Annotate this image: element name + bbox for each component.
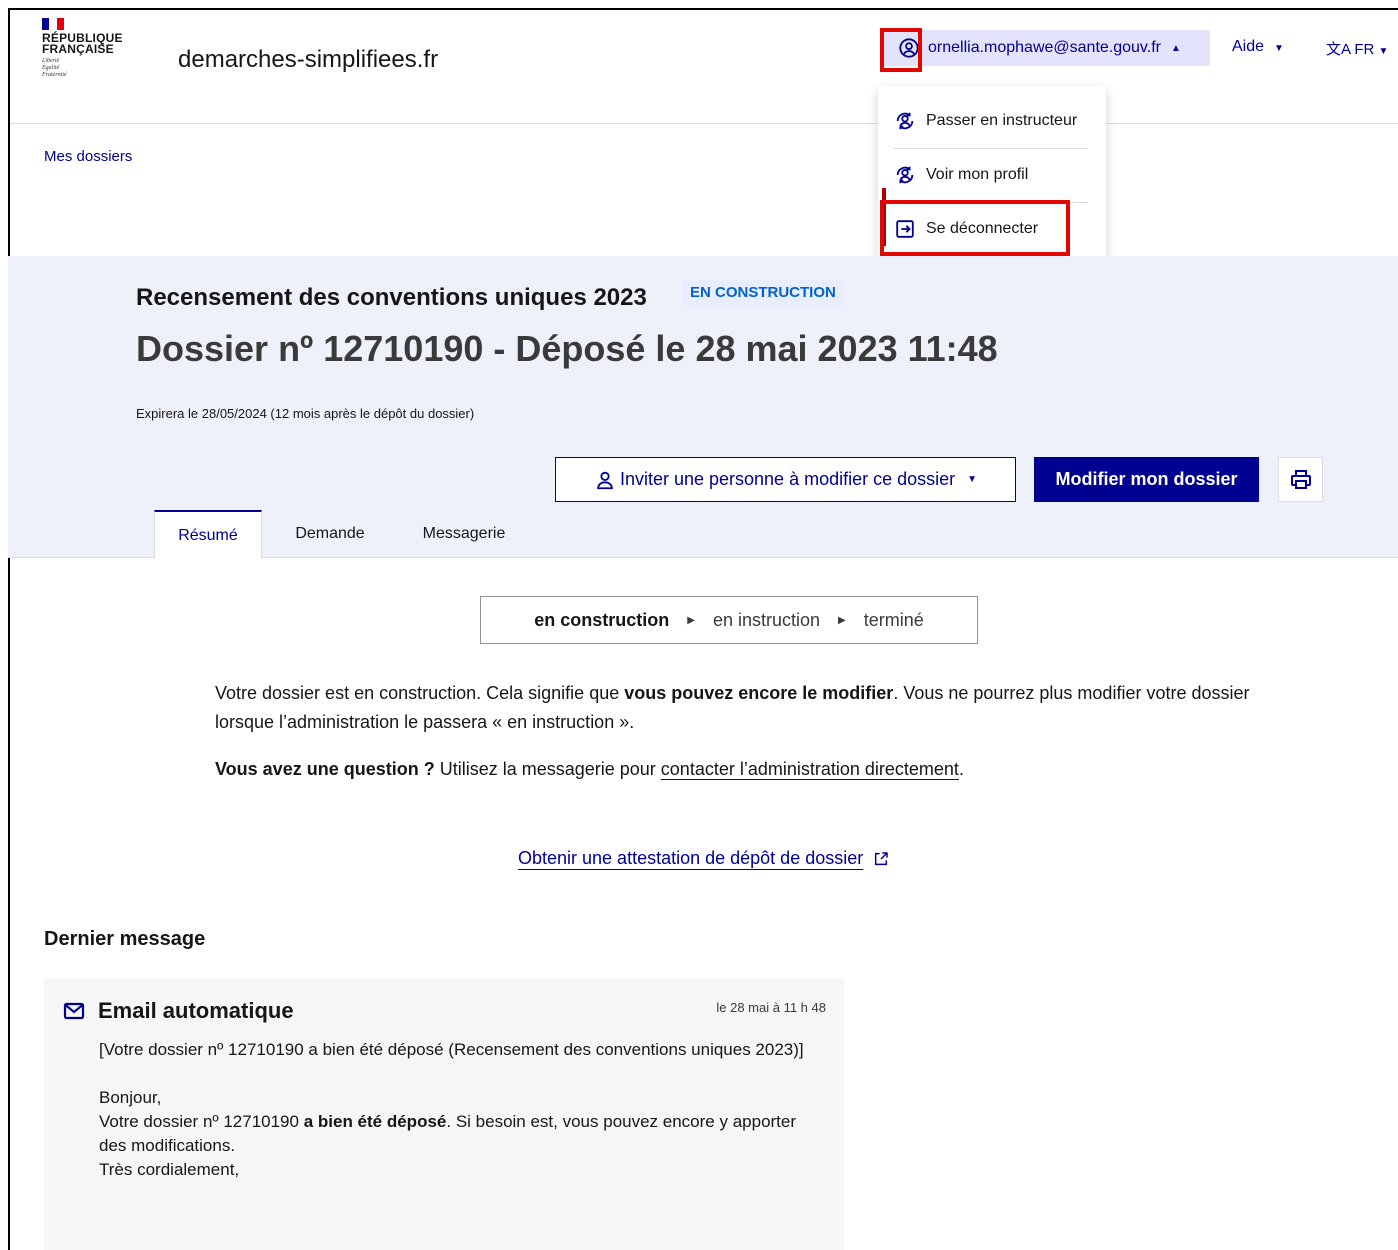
republique-logo[interactable]: RÉPUBLIQUE FRANÇAISE Liberté Égalité Fra… bbox=[42, 18, 132, 106]
highlight-box-logout bbox=[880, 200, 1070, 256]
contact-admin-link[interactable]: contacter l’administration directement bbox=[661, 759, 959, 779]
motto: Liberté Égalité Fraternité bbox=[42, 58, 132, 79]
breadcrumb-mes-dossiers[interactable]: Mes dossiers bbox=[44, 148, 132, 165]
chevron-down-icon: ▼ bbox=[967, 474, 978, 485]
translate-icon: 文A bbox=[1326, 41, 1351, 58]
step-current: en construction bbox=[534, 609, 670, 630]
text: Votre dossier nº 12710190 bbox=[99, 1112, 304, 1131]
motto-2: Égalité bbox=[42, 65, 60, 71]
message-text: Votre dossier nº 12710190 a bien été dép… bbox=[99, 1110, 819, 1158]
chevron-down-icon: ▼ bbox=[1378, 46, 1389, 57]
message-body: [Votre dossier nº 12710190 a bien été dé… bbox=[99, 1038, 819, 1182]
menu-item-label: Passer en instructeur bbox=[926, 112, 1078, 129]
message-subject: [Votre dossier nº 12710190 a bien été dé… bbox=[99, 1040, 804, 1059]
invite-label: Inviter une personne à modifier ce dossi… bbox=[619, 469, 956, 489]
chevron-down-icon: ▼ bbox=[1274, 43, 1284, 54]
tab-demande[interactable]: Demande bbox=[284, 510, 376, 558]
invite-person-button[interactable]: Inviter une personne à modifier ce dossi… bbox=[555, 457, 1016, 502]
demarche-title: Recensement des conventions uniques 2023 bbox=[136, 284, 647, 311]
modify-dossier-button[interactable]: Modifier mon dossier bbox=[1034, 457, 1259, 502]
message-sender: Email automatique bbox=[98, 998, 294, 1023]
text-bold: vous pouvez encore le modifier bbox=[624, 683, 894, 703]
printer-icon bbox=[1289, 468, 1313, 492]
logo-line-2: FRANÇAISE bbox=[42, 42, 114, 56]
user-icon bbox=[594, 469, 616, 491]
attestation-label: Obtenir une attestation de dépôt de doss… bbox=[518, 848, 864, 868]
menu-item-label: Voir mon profil bbox=[926, 166, 1029, 183]
text-bold: Vous avez une question ? bbox=[215, 759, 435, 779]
site-header: RÉPUBLIQUE FRANÇAISE Liberté Égalité Fra… bbox=[10, 10, 1398, 124]
status-badge: EN CONSTRUCTION bbox=[682, 280, 844, 306]
highlight-box-account bbox=[880, 28, 922, 72]
expiration-text: Expirera le 28/05/2024 (12 mois après le… bbox=[136, 406, 475, 421]
message-greeting: Bonjour, bbox=[99, 1088, 162, 1107]
menu-item-voir-profil[interactable]: Voir mon profil bbox=[894, 164, 1028, 186]
status-stepper: en construction ▶ en instruction ▶ termi… bbox=[480, 596, 978, 644]
flag-icon bbox=[42, 18, 64, 30]
message-card: Email automatique le 28 mai à 11 h 48 [V… bbox=[44, 978, 844, 1250]
tab-resume[interactable]: Résumé bbox=[154, 510, 262, 559]
motto-3: Fraternité bbox=[42, 72, 67, 78]
print-button[interactable] bbox=[1278, 457, 1323, 502]
chevron-up-icon: ▲ bbox=[1170, 42, 1181, 54]
message-closing: Très cordialement, bbox=[99, 1160, 240, 1179]
message-header: Email automatique bbox=[62, 998, 294, 1024]
text: Votre dossier est en construction. Cela … bbox=[215, 683, 625, 703]
message-date: le 28 mai à 11 h 48 bbox=[716, 1000, 826, 1015]
user-account-button[interactable]: ornellia.mophawe@sante.gouv.fr ▲ bbox=[880, 30, 1210, 66]
motto-1: Liberté bbox=[42, 58, 60, 64]
text-bold: a bien été déposé bbox=[303, 1112, 447, 1131]
text: . bbox=[958, 759, 964, 779]
menu-item-passer-instructeur[interactable]: Passer en instructeur bbox=[894, 110, 1077, 132]
site-name[interactable]: demarches-simplifiees.fr bbox=[178, 46, 438, 74]
logo-text: RÉPUBLIQUE FRANÇAISE bbox=[42, 32, 132, 56]
page-title: Dossier nº 12710190 - Déposé le 28 mai 2… bbox=[136, 328, 998, 369]
user-switch-icon bbox=[894, 110, 916, 132]
aide-menu-button[interactable]: Aide ▼ bbox=[1232, 38, 1284, 56]
external-link-icon bbox=[873, 851, 889, 867]
step: en instruction bbox=[712, 609, 821, 630]
tab-messagerie[interactable]: Messagerie bbox=[410, 510, 518, 558]
text: Utilisez la messagerie pour bbox=[434, 759, 661, 779]
user-email: ornellia.mophawe@sante.gouv.fr bbox=[928, 39, 1161, 56]
section-heading: Dernier message bbox=[44, 928, 206, 950]
lang-label: FR bbox=[1354, 41, 1375, 58]
mail-icon bbox=[62, 999, 86, 1023]
question-paragraph: Vous avez une question ? Utilisez la mes… bbox=[215, 755, 1255, 784]
arrow-right-icon: ▶ bbox=[838, 614, 846, 626]
status-explanation: Votre dossier est en construction. Cela … bbox=[215, 679, 1255, 737]
language-selector[interactable]: 文A FR ▼ bbox=[1326, 38, 1388, 59]
arrow-right-icon: ▶ bbox=[687, 614, 695, 626]
step: terminé bbox=[863, 609, 924, 630]
user-switch-icon bbox=[894, 164, 916, 186]
menu-divider bbox=[894, 148, 1088, 149]
attestation-link[interactable]: Obtenir une attestation de dépôt de doss… bbox=[518, 848, 889, 869]
aide-label: Aide bbox=[1232, 38, 1265, 55]
